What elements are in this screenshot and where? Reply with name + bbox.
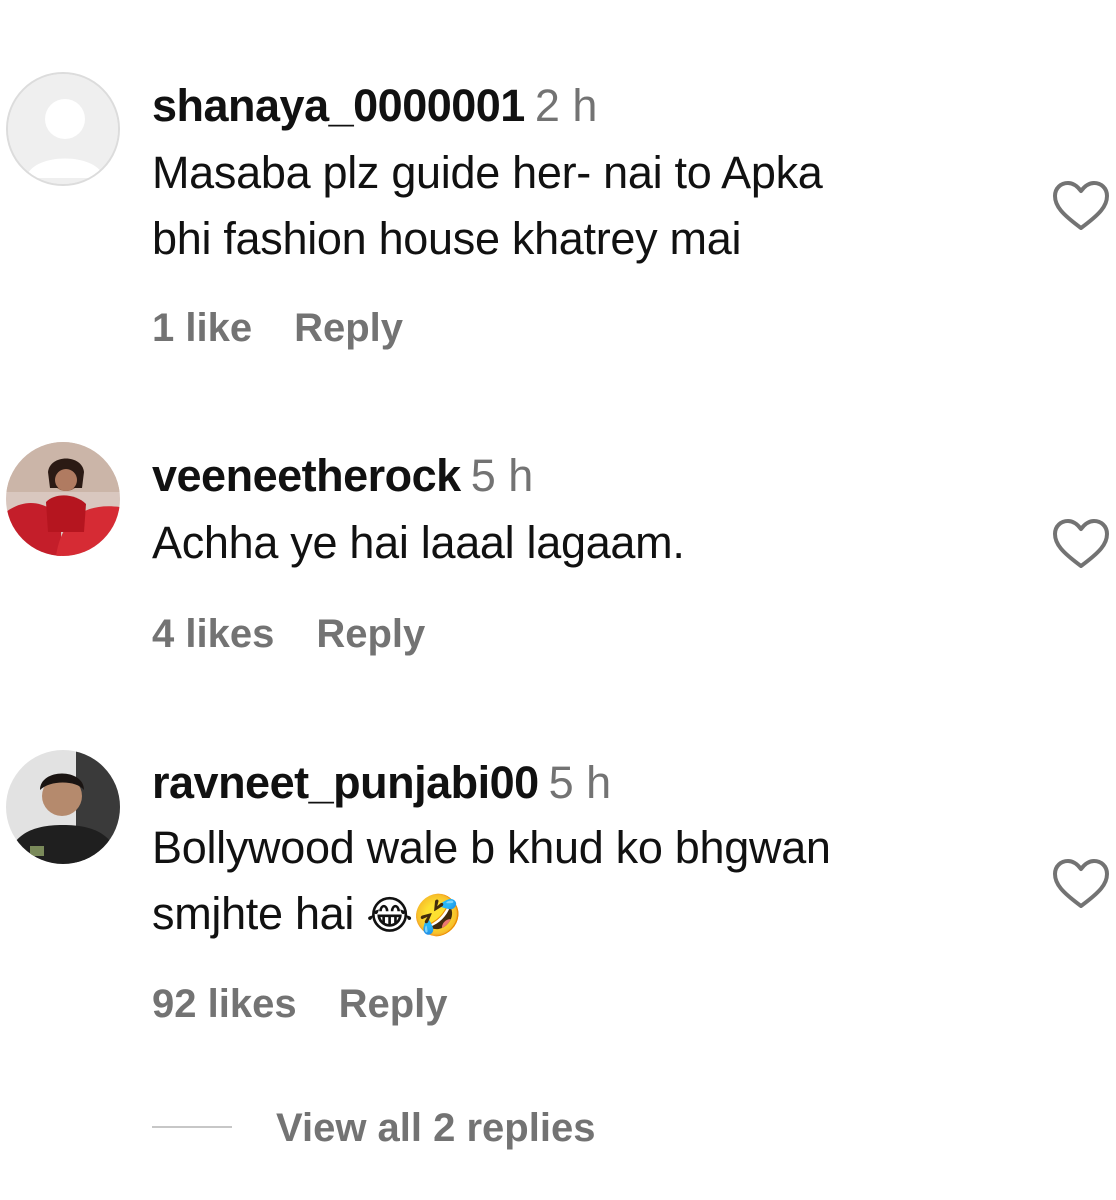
heart-icon[interactable] xyxy=(1050,178,1112,234)
comment-header: shanaya_0000001 2 h xyxy=(152,80,597,132)
username[interactable]: ravneet_punjabi00 xyxy=(152,757,539,808)
laughing-emoji: 😂🤣 xyxy=(366,894,463,938)
comment-text-line-with-emoji: smjhte hai 😂🤣 xyxy=(152,881,1022,947)
heart-icon[interactable] xyxy=(1050,516,1112,572)
user-photo-icon xyxy=(6,750,120,864)
comment-meta: 1 like Reply xyxy=(152,306,403,351)
replies-divider xyxy=(152,1126,232,1128)
reply-button[interactable]: Reply xyxy=(316,612,425,656)
comment-text: Achha ye hai laaal lagaam. xyxy=(152,510,1022,576)
avatar[interactable] xyxy=(6,72,120,186)
like-count[interactable]: 92 likes xyxy=(152,982,297,1026)
comment-header: veeneetherock 5 h xyxy=(152,450,533,502)
reply-button[interactable]: Reply xyxy=(294,306,403,350)
comment-text-line: smjhte hai xyxy=(152,888,367,939)
like-count[interactable]: 4 likes xyxy=(152,612,274,656)
comment-text-line: Bollywood wale b khud ko bhgwan xyxy=(152,822,831,873)
username[interactable]: veeneetherock xyxy=(152,450,461,501)
comment-meta: 92 likes Reply xyxy=(152,982,448,1027)
timestamp: 5 h xyxy=(470,450,534,501)
username[interactable]: shanaya_0000001 xyxy=(152,80,525,131)
comment-text-line: Achha ye hai laaal lagaam. xyxy=(152,517,685,568)
comment-header: ravneet_punjabi00 5 h xyxy=(152,757,611,809)
comment-meta: 4 likes Reply xyxy=(152,612,425,657)
comment-text-line: Masaba plz guide her- nai to Apka xyxy=(152,147,823,198)
default-avatar-icon xyxy=(8,74,118,184)
avatar[interactable] xyxy=(6,750,120,864)
like-count[interactable]: 1 like xyxy=(152,306,252,350)
comment-text: Masaba plz guide her- nai to Apka bhi fa… xyxy=(152,140,1022,272)
comment-text: Bollywood wale b khud ko bhgwan smjhte h… xyxy=(152,815,1022,947)
heart-icon[interactable] xyxy=(1050,856,1112,912)
reply-button[interactable]: Reply xyxy=(339,982,448,1026)
comment-text-line: bhi fashion house khatrey mai xyxy=(152,213,742,264)
timestamp: 2 h xyxy=(534,80,598,131)
timestamp: 5 h xyxy=(548,757,612,808)
avatar[interactable] xyxy=(6,442,120,556)
user-photo-icon xyxy=(6,442,120,556)
view-replies-button[interactable]: View all 2 replies xyxy=(276,1100,595,1156)
